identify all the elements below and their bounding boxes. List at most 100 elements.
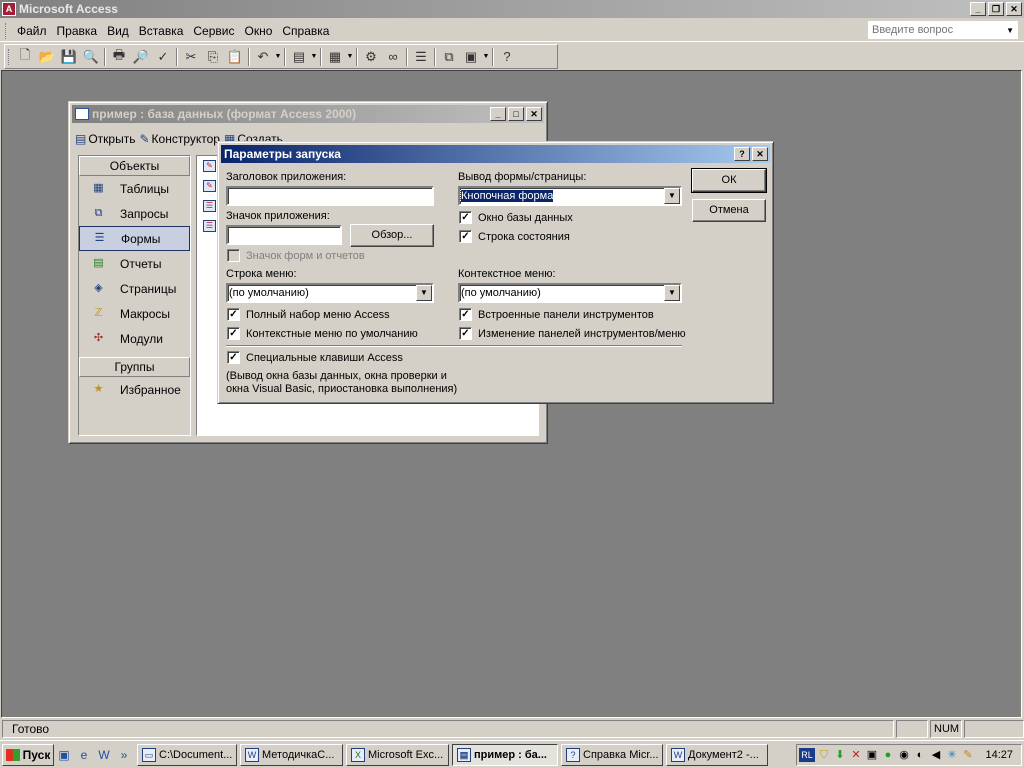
objects-header[interactable]: Объекты — [79, 156, 190, 176]
close-button[interactable]: ✕ — [1006, 2, 1022, 16]
app-icon-input[interactable] — [226, 225, 342, 245]
menu-tools[interactable]: Сервис — [188, 24, 239, 38]
menu-bar-select[interactable]: (по умолчанию) ▼ — [226, 283, 434, 303]
script-icon[interactable]: ∞ — [382, 46, 404, 68]
search-icon[interactable]: 🔍 — [80, 46, 102, 68]
code-icon[interactable]: ⚙ — [360, 46, 382, 68]
paste-icon[interactable]: 📋 — [224, 46, 246, 68]
relationships-icon[interactable]: ⧉ — [438, 46, 460, 68]
dialog-title-bar[interactable]: Параметры запуска ? ✕ — [221, 145, 770, 163]
task-explorer[interactable]: ▭ C:\Document... — [137, 743, 237, 766]
menu-file[interactable]: Файл — [12, 24, 52, 38]
desktop-icon[interactable]: ▣ — [54, 745, 74, 765]
default-shortcut-menus-checkbox[interactable]: ✓ Контекстные меню по умолчанию — [227, 327, 418, 340]
menu-help[interactable]: Справка — [277, 24, 334, 38]
save-icon[interactable]: 💾 — [58, 46, 80, 68]
menu-edit[interactable]: Правка — [52, 24, 103, 38]
checkbox-box[interactable]: ✓ — [459, 211, 472, 224]
toolbar-grip[interactable] — [8, 48, 11, 65]
task-access[interactable]: ▤ пример : ба... — [452, 743, 558, 766]
copy-icon[interactable]: ⎘ — [202, 46, 224, 68]
dialog-close-button[interactable]: ✕ — [752, 147, 768, 161]
pencil-icon[interactable]: ✎ — [961, 748, 975, 762]
task-help[interactable]: ? Справка Micr... — [561, 743, 663, 766]
dialog-help-button[interactable]: ? — [734, 147, 750, 161]
db-close-button[interactable]: ✕ — [526, 107, 542, 121]
new-icon[interactable]: 🗋 — [14, 46, 36, 68]
task-word-2[interactable]: W Документ2 -... — [666, 743, 768, 766]
sync-icon[interactable]: ✳ — [945, 748, 959, 762]
undo-dropdown-icon[interactable]: ▼ — [274, 53, 282, 60]
db-maximize-button[interactable]: □ — [508, 107, 524, 121]
spelling-icon[interactable]: ✓ — [152, 46, 174, 68]
office-links-dropdown-icon[interactable]: ▼ — [310, 53, 318, 60]
display-form-select[interactable]: Кнопочная форма ▼ — [458, 186, 682, 206]
undo-icon[interactable]: ↶ — [252, 46, 274, 68]
ask-question-input[interactable] — [869, 24, 999, 36]
chevron-down-icon[interactable]: ▼ — [664, 188, 680, 204]
object-pages[interactable]: ◈ Страницы — [79, 276, 190, 301]
cancel-button[interactable]: Отмена — [692, 199, 766, 222]
analyze-icon[interactable]: ▦ — [324, 46, 346, 68]
display-db-window-checkbox[interactable]: ✓ Окно базы данных — [459, 211, 573, 224]
task-excel[interactable]: X Microsoft Exc... — [346, 743, 449, 766]
help-icon[interactable]: ? — [496, 46, 518, 68]
checkbox-box[interactable]: ✓ — [459, 327, 472, 340]
internet-explorer-icon[interactable]: e — [74, 745, 94, 765]
menu-grip[interactable] — [5, 22, 8, 39]
office-links-icon[interactable]: ▤ — [288, 46, 310, 68]
shortcut-menu-select[interactable]: (по умолчанию) ▼ — [458, 283, 682, 303]
more-icon[interactable]: » — [114, 745, 134, 765]
start-button[interactable]: Пуск — [2, 743, 54, 766]
object-macros[interactable]: ℤ Макросы — [79, 301, 190, 326]
preview-icon[interactable]: 🔎 — [130, 46, 152, 68]
checkbox-box[interactable]: ✓ — [227, 327, 240, 340]
ask-question-box[interactable]: ▼ — [868, 21, 1018, 39]
checkbox-box[interactable]: ✓ — [459, 308, 472, 321]
db-design-button[interactable]: ✎ Конструктор — [139, 132, 219, 146]
disk-icon[interactable]: ◉ — [897, 748, 911, 762]
object-forms[interactable]: ☰ Формы — [79, 226, 190, 251]
checkbox-box[interactable]: ✓ — [459, 230, 472, 243]
download-icon[interactable]: ⬇ — [833, 748, 847, 762]
menu-window[interactable]: Окно — [239, 24, 277, 38]
full-menus-checkbox[interactable]: ✓ Полный набор меню Access — [227, 308, 390, 321]
print-icon[interactable]: 🖶 — [108, 46, 130, 68]
object-tables[interactable]: ▦ Таблицы — [79, 176, 190, 201]
new-object-dropdown-icon[interactable]: ▼ — [482, 53, 490, 60]
security-icon[interactable]: ● — [881, 748, 895, 762]
word-icon[interactable]: W — [94, 745, 114, 765]
new-object-icon[interactable]: ▣ — [460, 46, 482, 68]
special-keys-checkbox[interactable]: ✓ Специальные клавиши Access — [227, 351, 403, 364]
chevron-down-icon[interactable]: ▼ — [1006, 26, 1017, 35]
object-modules[interactable]: ✣ Модули — [79, 326, 190, 351]
minimize-button[interactable]: _ — [970, 2, 986, 16]
group-favorites[interactable]: ★ Избранное — [79, 377, 190, 402]
clock[interactable]: 14:27 — [985, 749, 1021, 761]
database-window-title-bar[interactable]: пример : база данных (формат Access 2000… — [72, 105, 544, 123]
cut-icon[interactable]: ✂ — [180, 46, 202, 68]
language-indicator[interactable]: RL — [799, 748, 815, 762]
properties-icon[interactable]: ☰ — [410, 46, 432, 68]
menu-view[interactable]: Вид — [102, 24, 134, 38]
analyze-dropdown-icon[interactable]: ▼ — [346, 53, 354, 60]
open-icon[interactable]: 📂 — [36, 46, 58, 68]
task-word-1[interactable]: W МетодичкаС... — [240, 743, 343, 766]
db-minimize-button[interactable]: _ — [490, 107, 506, 121]
ok-button[interactable]: ОК — [691, 168, 767, 193]
db-open-button[interactable]: ▤ Открыть — [75, 132, 135, 146]
browse-button[interactable]: Обзор... — [350, 224, 434, 247]
shield-icon[interactable]: ⛉ — [817, 748, 831, 762]
restore-button[interactable]: ❐ — [988, 2, 1004, 16]
volume-icon[interactable]: ◀ — [929, 748, 943, 762]
object-reports[interactable]: ▤ Отчеты — [79, 251, 190, 276]
network-icon[interactable]: ✕ — [849, 748, 863, 762]
object-queries[interactable]: ⧉ Запросы — [79, 201, 190, 226]
status-bar-checkbox[interactable]: ✓ Строка состояния — [459, 230, 570, 243]
media-icon[interactable]: ◐ — [913, 748, 927, 762]
menu-insert[interactable]: Вставка — [134, 24, 189, 38]
chevron-down-icon[interactable]: ▼ — [664, 285, 680, 301]
toolbar-changes-checkbox[interactable]: ✓ Изменение панелей инструментов/меню — [459, 327, 686, 340]
checkbox-box[interactable]: ✓ — [227, 308, 240, 321]
groups-header[interactable]: Группы — [79, 357, 190, 377]
